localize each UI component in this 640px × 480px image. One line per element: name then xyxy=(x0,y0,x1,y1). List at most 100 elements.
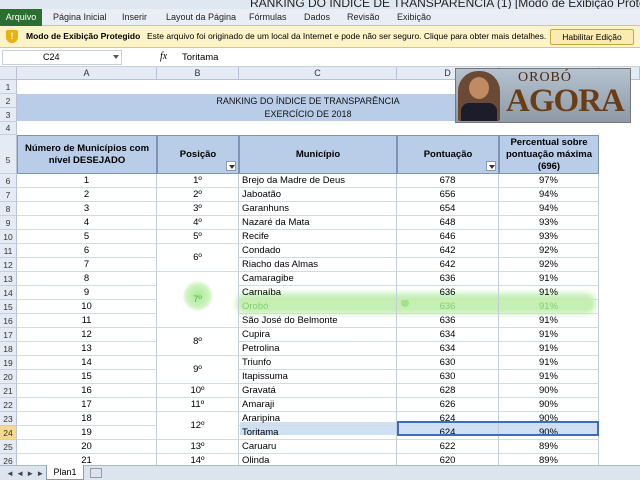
tab-revisao[interactable]: Revisão xyxy=(347,9,380,26)
tab-formulas[interactable]: Fórmulas xyxy=(249,9,287,26)
row-header[interactable]: 25 xyxy=(0,440,17,454)
cell-pontuacao[interactable]: 654 xyxy=(397,202,499,216)
cell-pontuacao[interactable]: 628 xyxy=(397,384,499,398)
cell-posicao[interactable]: 5º xyxy=(157,230,239,244)
row-header[interactable]: 21 xyxy=(0,384,17,398)
cell-percentual[interactable]: 90% xyxy=(499,398,599,412)
cell-municipio[interactable]: Riacho das Almas xyxy=(239,258,397,272)
tab-exibicao[interactable]: Exibição xyxy=(397,9,431,26)
cell-num[interactable]: 13 xyxy=(17,342,157,356)
cell-pontuacao[interactable]: 656 xyxy=(397,188,499,202)
cell-pontuacao[interactable]: 636 xyxy=(397,286,499,300)
cell-municipio[interactable]: Itapissuma xyxy=(239,370,397,384)
cell-num[interactable]: 3 xyxy=(17,202,157,216)
cell-num[interactable]: 16 xyxy=(17,384,157,398)
name-box[interactable]: C24 xyxy=(2,50,122,65)
column-header-b[interactable]: B xyxy=(157,67,239,80)
row-header[interactable]: 13 xyxy=(0,272,17,286)
row-header[interactable]: 14 xyxy=(0,286,17,300)
sort-filter-icon[interactable] xyxy=(486,161,496,171)
row-header[interactable]: 23 xyxy=(0,412,17,426)
cell-posicao[interactable]: 12º xyxy=(157,412,239,440)
tab-arquivo[interactable]: Arquivo xyxy=(0,9,42,26)
row-header[interactable]: 20 xyxy=(0,370,17,384)
cell-percentual[interactable]: 91% xyxy=(499,328,599,342)
cell-num[interactable]: 10 xyxy=(17,300,157,314)
cell-num[interactable]: 14 xyxy=(17,356,157,370)
cell-municipio[interactable]: Orobó xyxy=(239,300,397,314)
column-header-a[interactable]: A xyxy=(17,67,157,80)
row-header[interactable]: 8 xyxy=(0,202,17,216)
enable-editing-button[interactable]: Habilitar Edição xyxy=(550,29,634,45)
protected-message[interactable]: Este arquivo foi originado de um local d… xyxy=(147,31,546,41)
cell-municipio[interactable]: Carnaíba xyxy=(239,286,397,300)
cell-posicao[interactable]: 6º xyxy=(157,244,239,272)
row-header[interactable]: 7 xyxy=(0,188,17,202)
row-header[interactable]: 19 xyxy=(0,356,17,370)
row-header[interactable]: 1 xyxy=(0,80,17,94)
sheet-nav-buttons[interactable]: ◄ ◄ ► ► xyxy=(6,469,44,478)
cell-posicao[interactable]: 2º xyxy=(157,188,239,202)
cell-pontuacao[interactable]: 636 xyxy=(397,300,499,314)
cell-percentual[interactable]: 91% xyxy=(499,356,599,370)
cell-pontuacao[interactable]: 648 xyxy=(397,216,499,230)
tab-layout[interactable]: Layout da Página xyxy=(166,9,236,26)
cell-num[interactable]: 15 xyxy=(17,370,157,384)
row-header[interactable]: 12 xyxy=(0,258,17,272)
cell-municipio[interactable]: Petrolina xyxy=(239,342,397,356)
cell-num[interactable]: 17 xyxy=(17,398,157,412)
cell-municipio[interactable]: Gravatá xyxy=(239,384,397,398)
cell-municipio[interactable]: Nazaré da Mata xyxy=(239,216,397,230)
cell-municipio[interactable]: Triunfo xyxy=(239,356,397,370)
row-header[interactable]: 17 xyxy=(0,328,17,342)
tab-dados[interactable]: Dados xyxy=(304,9,330,26)
tab-inserir[interactable]: Inserir xyxy=(122,9,147,26)
cell-pontuacao[interactable]: 626 xyxy=(397,398,499,412)
cell-pontuacao[interactable]: 642 xyxy=(397,258,499,272)
cell-percentual[interactable]: 91% xyxy=(499,342,599,356)
row-header[interactable]: 16 xyxy=(0,314,17,328)
cell-pontuacao[interactable]: 634 xyxy=(397,328,499,342)
cell-percentual[interactable]: 91% xyxy=(499,314,599,328)
sheet-tab-plan1[interactable]: Plan1 xyxy=(46,465,84,480)
row-header[interactable]: 5 xyxy=(0,135,17,174)
cell-municipio[interactable]: Condado xyxy=(239,244,397,258)
column-header-c[interactable]: C xyxy=(239,67,397,80)
cell-posicao[interactable]: 11º xyxy=(157,398,239,412)
cell-num[interactable]: 7 xyxy=(17,258,157,272)
cell-percentual[interactable]: 90% xyxy=(499,384,599,398)
chevron-down-icon[interactable] xyxy=(113,55,119,59)
cell-pontuacao[interactable]: 636 xyxy=(397,314,499,328)
row-header[interactable]: 4 xyxy=(0,122,17,135)
row-header[interactable]: 3 xyxy=(0,108,17,122)
cell-percentual[interactable]: 89% xyxy=(499,440,599,454)
filter-dropdown-icon[interactable] xyxy=(226,161,236,171)
cell-num[interactable]: 8 xyxy=(17,272,157,286)
cell-posicao[interactable]: 4º xyxy=(157,216,239,230)
cell-pontuacao[interactable]: 634 xyxy=(397,342,499,356)
cell-percentual[interactable]: 91% xyxy=(499,272,599,286)
cell-pontuacao[interactable]: 678 xyxy=(397,174,499,188)
cell-posicao[interactable]: 1º xyxy=(157,174,239,188)
cell-num[interactable]: 4 xyxy=(17,216,157,230)
cell-pontuacao[interactable]: 630 xyxy=(397,370,499,384)
select-all-corner[interactable] xyxy=(0,67,17,80)
cell-municipio[interactable]: Camaragibe xyxy=(239,272,397,286)
row-header[interactable]: 2 xyxy=(0,94,17,108)
cell-municipio[interactable]: Toritama xyxy=(239,426,397,440)
row-header[interactable]: 9 xyxy=(0,216,17,230)
cell-num[interactable]: 2 xyxy=(17,188,157,202)
cell-percentual[interactable]: 97% xyxy=(499,174,599,188)
cell-posicao[interactable]: 8º xyxy=(157,328,239,356)
cell-municipio[interactable]: São José do Belmonte xyxy=(239,314,397,328)
row-header[interactable]: 15 xyxy=(0,300,17,314)
cell-pontuacao[interactable]: 642 xyxy=(397,244,499,258)
cell-municipio[interactable]: Brejo da Madre de Deus xyxy=(239,174,397,188)
cell-num[interactable]: 20 xyxy=(17,440,157,454)
cell-municipio[interactable]: Araripina xyxy=(239,412,397,426)
cell-municipio[interactable]: Cupira xyxy=(239,328,397,342)
cell-percentual[interactable]: 92% xyxy=(499,258,599,272)
cell-municipio[interactable]: Jaboatão xyxy=(239,188,397,202)
cell-posicao[interactable]: 10º xyxy=(157,384,239,398)
cell-num[interactable]: 5 xyxy=(17,230,157,244)
